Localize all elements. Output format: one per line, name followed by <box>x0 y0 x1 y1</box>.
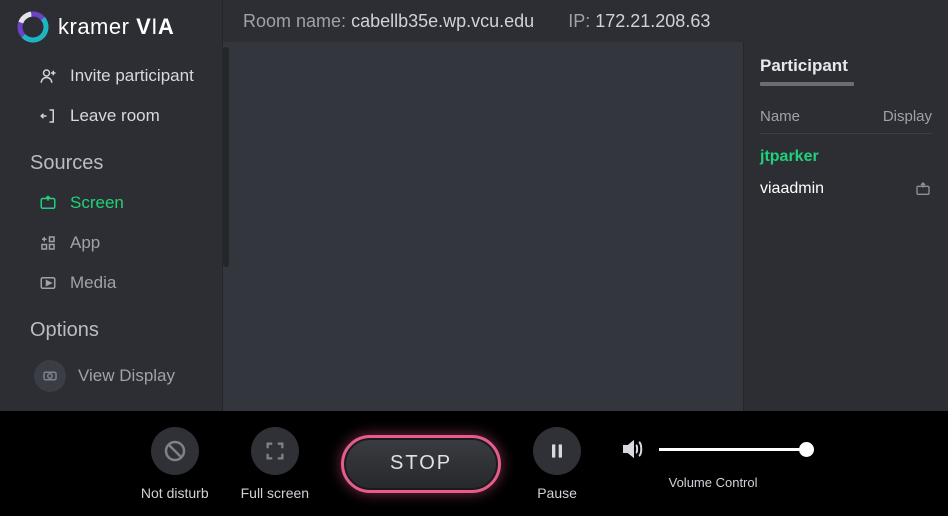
presentation-stage <box>223 42 743 411</box>
dnd-label: Not disturb <box>141 485 209 501</box>
invite-icon <box>38 67 58 85</box>
pause-icon <box>547 441 567 461</box>
stop-label: STOP <box>390 452 452 475</box>
view-display-icon <box>34 360 66 392</box>
participant-name: jtparker <box>760 148 819 166</box>
kramer-logo-icon <box>16 10 50 44</box>
volume-label: Volume Control <box>669 475 758 490</box>
participant-panel: Participant Name Display jtparker viaadm… <box>743 42 948 411</box>
brand-logo: kramer VIA <box>0 0 222 56</box>
fullscreen-label: Full screen <box>241 485 309 501</box>
col-display: Display <box>883 108 932 125</box>
source-screen[interactable]: Screen <box>0 183 222 223</box>
pause-button[interactable] <box>533 427 581 475</box>
participant-underline <box>760 82 854 86</box>
do-not-disturb-button[interactable] <box>151 427 199 475</box>
source-app-label: App <box>70 233 100 253</box>
stop-button[interactable]: STOP <box>341 435 501 493</box>
leave-label: Leave room <box>70 106 160 126</box>
app-icon <box>38 234 58 252</box>
options-heading: Options <box>0 303 222 350</box>
full-screen-button[interactable] <box>251 427 299 475</box>
invite-label: Invite participant <box>70 66 194 86</box>
view-display-label: View Display <box>78 366 175 386</box>
ip-value: 172.21.208.63 <box>595 11 710 31</box>
source-screen-label: Screen <box>70 193 124 213</box>
room-name-label: Room name: <box>243 11 346 31</box>
view-display[interactable]: View Display <box>0 350 222 402</box>
room-header: Room name: cabellb35e.wp.vcu.edu IP: 172… <box>223 0 948 42</box>
ip-label: IP: <box>568 11 590 31</box>
media-icon <box>38 274 58 292</box>
fullscreen-icon <box>264 440 286 462</box>
invite-participant[interactable]: Invite participant <box>0 56 222 96</box>
screen-share-icon <box>38 194 58 212</box>
room-name-value: cabellb35e.wp.vcu.edu <box>351 11 534 31</box>
participant-title: Participant <box>760 56 932 76</box>
sources-heading: Sources <box>0 136 222 183</box>
participant-row[interactable]: jtparker <box>760 134 932 166</box>
col-name: Name <box>760 108 800 125</box>
participant-row[interactable]: viaadmin <box>760 166 932 198</box>
participant-name: viaadmin <box>760 180 824 198</box>
speaker-icon[interactable] <box>619 437 645 461</box>
leave-icon <box>38 107 58 125</box>
volume-knob[interactable] <box>799 442 814 457</box>
dnd-icon <box>163 439 187 463</box>
share-to-display-icon[interactable] <box>914 181 932 197</box>
volume-slider[interactable] <box>659 448 807 451</box>
source-app[interactable]: App <box>0 223 222 263</box>
source-media[interactable]: Media <box>0 263 222 303</box>
leave-room[interactable]: Leave room <box>0 96 222 136</box>
source-media-label: Media <box>70 273 116 293</box>
pause-label: Pause <box>537 485 577 501</box>
